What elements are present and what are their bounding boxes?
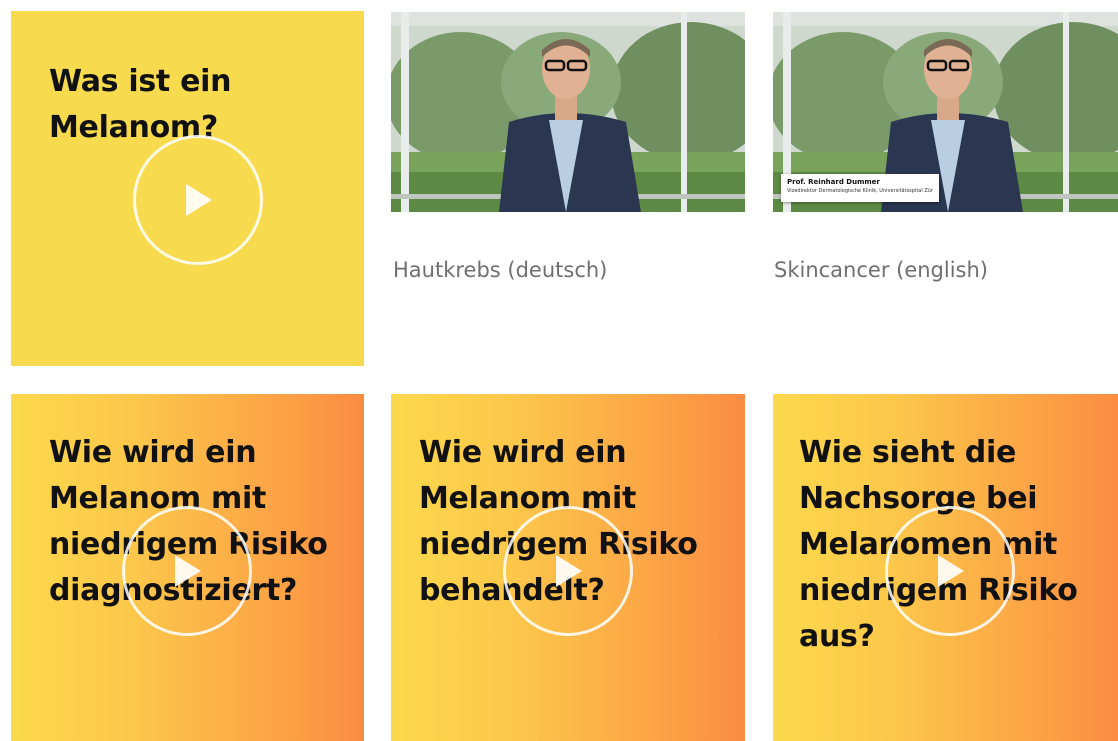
video-caption[interactable]: Skincancer (english) <box>774 258 988 282</box>
video-tile-melanom[interactable]: Was ist ein Melanom? <box>11 11 364 366</box>
play-button[interactable] <box>885 506 1015 636</box>
speaker-subtitle: Vizedirektor Dermatologische Klinik, Uni… <box>787 188 933 194</box>
play-icon <box>175 555 201 587</box>
video-thumbnail-hautkrebs[interactable] <box>391 12 745 212</box>
lower-third: Prof. Reinhard Dummer Vizedirektor Derma… <box>781 174 939 202</box>
play-icon <box>186 184 212 216</box>
video-tile-nachsorge[interactable]: Wie sieht die Nachsorge bei Melanomen mi… <box>773 394 1118 741</box>
speaker-name: Prof. Reinhard Dummer <box>787 178 880 186</box>
play-icon <box>938 555 964 587</box>
video-thumbnail-skincancer[interactable]: Prof. Reinhard Dummer Vizedirektor Derma… <box>773 12 1118 212</box>
play-button[interactable] <box>503 506 633 636</box>
play-button[interactable] <box>122 506 252 636</box>
video-tile-diagnose[interactable]: Wie wird ein Melanom mit niedrigem Risik… <box>11 394 364 741</box>
play-button[interactable] <box>133 135 263 265</box>
play-icon <box>556 555 582 587</box>
speaker-image <box>391 12 745 212</box>
video-tile-behandlung[interactable]: Wie wird ein Melanom mit niedrigem Risik… <box>391 394 745 741</box>
video-caption[interactable]: Hautkrebs (deutsch) <box>393 258 607 282</box>
